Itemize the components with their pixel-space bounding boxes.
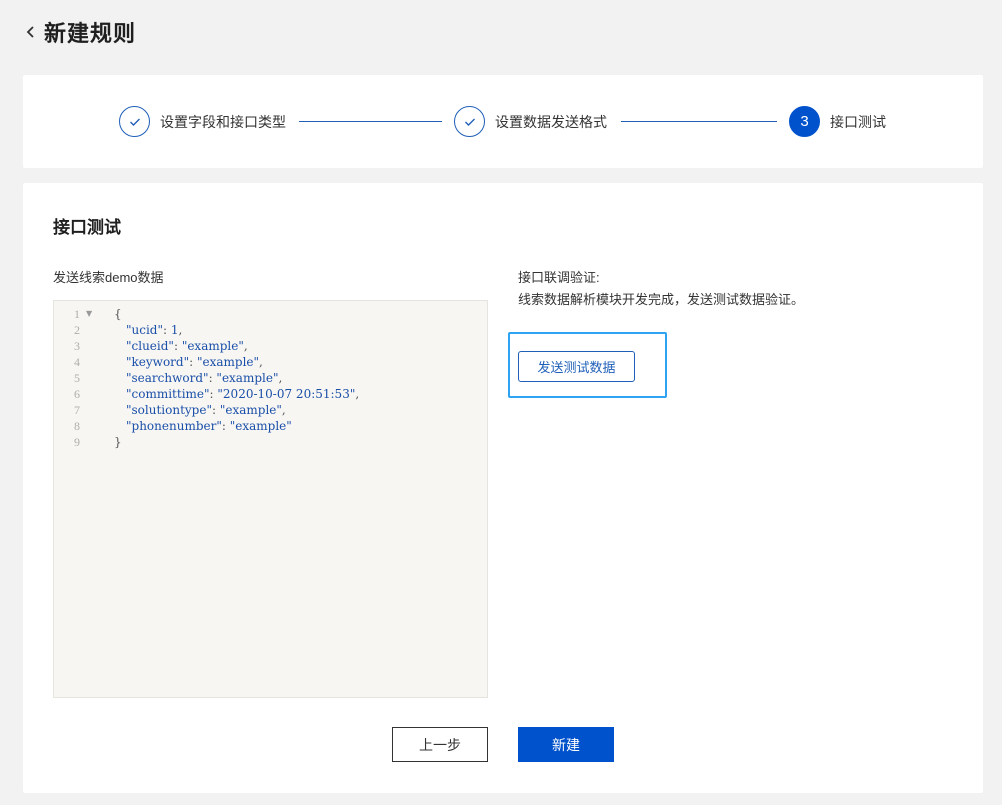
line-number: 9 — [74, 435, 80, 449]
line-number: 5 — [74, 371, 80, 385]
code-line: 7 "solutiontype": "example", — [54, 402, 487, 418]
code-text: "ucid": 1, — [126, 323, 183, 337]
section-title: 接口测试 — [53, 218, 121, 237]
code-line: 2 "ucid": 1, — [54, 322, 487, 338]
page-header: 新建规则 — [26, 16, 136, 48]
editor-label: 发送线索demo数据 — [53, 270, 164, 285]
step-1-label: 设置字段和接口类型 — [160, 113, 286, 130]
main-card: 接口测试 发送线索demo数据 1 ▼ { 2 "ucid": 1, 3 "cl… — [23, 183, 983, 793]
code-line: 6 "committime": "2020-10-07 20:51:53", — [54, 386, 487, 402]
create-button[interactable]: 新建 — [518, 727, 614, 762]
code-line: 5 "searchword": "example", — [54, 370, 487, 386]
line-number: 3 — [74, 339, 80, 353]
code-text: { — [114, 307, 122, 321]
step-3-number: 3 — [789, 106, 820, 137]
back-arrow-icon[interactable] — [26, 22, 40, 42]
verify-title: 接口联调验证: — [518, 270, 600, 285]
page-title: 新建规则 — [44, 21, 137, 46]
line-number: 2 — [74, 323, 80, 337]
code-text: "keyword": "example", — [126, 355, 263, 369]
previous-step-button[interactable]: 上一步 — [392, 727, 488, 762]
line-number: 8 — [74, 419, 80, 433]
code-text: "committime": "2020-10-07 20:51:53", — [126, 387, 360, 401]
code-line: 9 } — [54, 434, 487, 450]
code-line: 8 "phonenumber": "example" — [54, 418, 487, 434]
send-test-data-button[interactable]: 发送测试数据 — [518, 351, 635, 382]
line-number: 6 — [74, 387, 80, 401]
line-number: 1 — [74, 307, 80, 321]
code-line: 3 "clueid": "example", — [54, 338, 487, 354]
check-icon — [454, 106, 485, 137]
check-icon — [119, 106, 150, 137]
code-text: "solutiontype": "example", — [126, 403, 286, 417]
line-number: 4 — [74, 355, 80, 369]
line-number: 7 — [74, 403, 80, 417]
step-2: 设置数据发送格式 — [454, 105, 607, 138]
step-1: 设置字段和接口类型 — [119, 105, 286, 138]
code-text: "searchword": "example", — [126, 371, 283, 385]
step-2-label: 设置数据发送格式 — [495, 113, 607, 130]
step-connector-2 — [621, 121, 777, 122]
code-editor[interactable]: 1 ▼ { 2 "ucid": 1, 3 "clueid": "example"… — [53, 300, 488, 698]
verify-description: 线索数据解析模块开发完成，发送测试数据验证。 — [518, 292, 805, 307]
fold-arrow-icon[interactable]: ▼ — [86, 306, 92, 322]
code-text: "phonenumber": "example" — [126, 419, 292, 433]
step-3-label: 接口测试 — [830, 113, 886, 130]
step-3: 3 接口测试 — [789, 105, 886, 138]
code-line: 4 "keyword": "example", — [54, 354, 487, 370]
code-line: 1 ▼ { — [54, 306, 487, 322]
code-text: "clueid": "example", — [126, 339, 248, 353]
step-connector-1 — [299, 121, 442, 122]
steps-card: 设置字段和接口类型 设置数据发送格式 3 接口测试 — [23, 75, 983, 168]
code-text: } — [114, 435, 122, 449]
